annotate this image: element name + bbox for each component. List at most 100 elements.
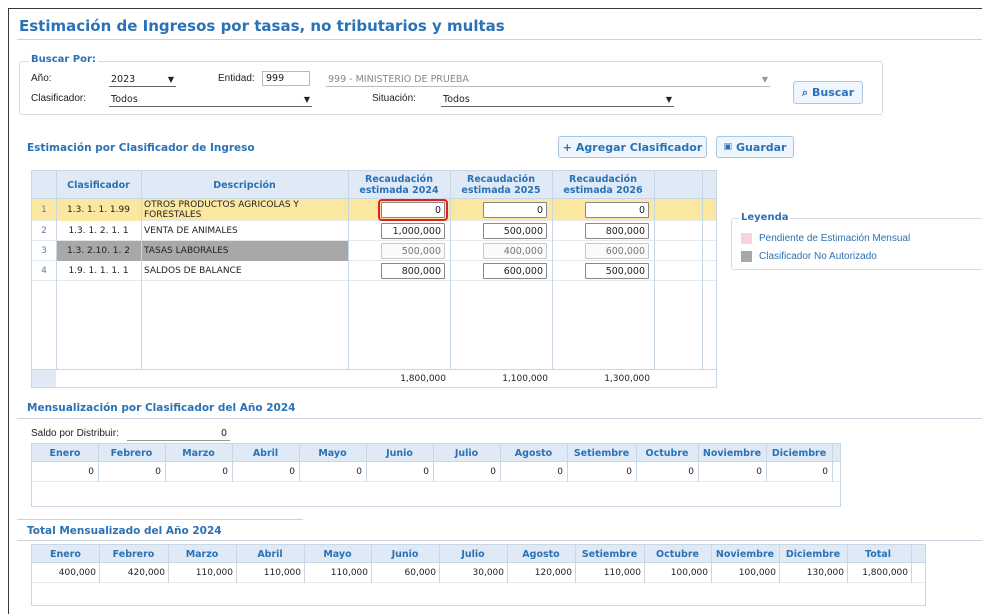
total-monthly-header: Enero Febrero Marzo Abril Mayo Junio Jul… <box>32 545 925 563</box>
column-divider <box>766 444 767 482</box>
col-header-descripcion: Descripción <box>213 179 276 191</box>
estimate-2025-input[interactable]: 0 <box>483 202 547 218</box>
month-value[interactable]: 0 <box>366 462 429 482</box>
save-button-label: Guardar <box>736 140 787 154</box>
total-month-value: 110,000 <box>263 568 301 578</box>
legend-box <box>731 218 982 270</box>
table-row[interactable]: 1 1.3. 1. 1. 1.99 OTROS PRODUCTOS AGRICO… <box>32 199 716 221</box>
saldo-input[interactable]: 0 <box>127 426 230 441</box>
column-divider <box>702 171 703 387</box>
save-button[interactable]: ▣ Guardar <box>716 136 794 158</box>
column-divider <box>450 171 451 387</box>
monthly-grid: Enero Febrero Marzo Abril Mayo Junio Jul… <box>31 443 841 507</box>
total-month-header: Julio <box>461 548 485 560</box>
entity-select[interactable]: 999 - MINISTERIO DE PRUEBA ▼ <box>326 73 770 87</box>
chevron-down-icon: ▼ <box>167 75 174 84</box>
total-month-value: 130,000 <box>806 568 844 578</box>
col-header-2024: Recaudación estimada 2024 <box>359 174 439 196</box>
monthly-values-row: 0 0 0 0 0 0 0 0 0 0 0 0 <box>32 462 840 482</box>
classifier-label: Clasificador: <box>31 93 87 104</box>
situation-label: Situación: <box>372 93 416 104</box>
year-select[interactable]: 2023 ▼ <box>109 73 176 87</box>
estimation-grid-header: Clasificador Descripción Recaudación est… <box>32 171 716 199</box>
search-button[interactable]: ⌕ Buscar <box>793 81 863 104</box>
chevron-down-icon: ▼ <box>303 95 310 104</box>
column-divider <box>236 545 237 583</box>
column-divider <box>575 545 576 583</box>
classifier-code: 1.9. 1. 1. 1. 1 <box>68 266 129 276</box>
total-month-value: 100,000 <box>738 568 776 578</box>
monthly-section-title: Mensualización por Clasificador del Año … <box>27 402 296 414</box>
col-header-2026: Recaudación estimada 2026 <box>563 174 643 196</box>
month-value[interactable]: 0 <box>636 462 694 482</box>
total-month-header: Abril <box>257 548 283 560</box>
month-value[interactable]: 0 <box>32 462 94 482</box>
total-month-header: Setiembre <box>581 548 638 560</box>
total-month-value: 110,000 <box>195 568 233 578</box>
classifier-description: TASAS LABORALES <box>141 241 348 261</box>
row-number: 4 <box>41 266 47 276</box>
pending-swatch <box>741 233 752 244</box>
entity-name: 999 - MINISTERIO DE PRUEBA <box>328 74 469 85</box>
estimate-2024-input[interactable]: 800,000 <box>381 263 445 279</box>
total-2026: 1,300,000 <box>604 373 650 384</box>
month-header: Marzo <box>182 447 215 459</box>
month-value[interactable]: 0 <box>299 462 362 482</box>
estimate-2024-input: 500,000 <box>381 243 445 259</box>
row-number: 3 <box>41 246 47 256</box>
estimate-2026-input: 600,000 <box>585 243 649 259</box>
month-value[interactable]: 0 <box>698 462 762 482</box>
classifier-description: VENTA DE ANIMALES <box>144 226 238 236</box>
legend-title: Leyenda <box>739 212 791 223</box>
estimate-2026-input[interactable]: 800,000 <box>585 223 649 239</box>
month-header: Setiembre <box>573 447 630 459</box>
column-divider <box>168 545 169 583</box>
column-divider <box>832 444 833 482</box>
monthly-divider <box>17 418 982 419</box>
total-month-value: 30,000 <box>472 568 505 578</box>
total-2024: 1,800,000 <box>400 373 446 384</box>
search-legend: Buscar Por: <box>29 54 98 65</box>
estimate-2025-input: 400,000 <box>483 243 547 259</box>
column-divider <box>847 545 848 583</box>
total-month-header: Junio <box>391 548 419 560</box>
total-month-value: 100,000 <box>670 568 708 578</box>
unauthorized-legend-label: Clasificador No Autorizado <box>759 251 877 262</box>
classifier-select[interactable]: Todos ▼ <box>109 93 312 107</box>
chevron-down-icon: ▼ <box>665 95 672 104</box>
total-month-header: Noviembre <box>715 548 775 560</box>
month-value[interactable]: 0 <box>98 462 161 482</box>
column-divider <box>141 171 142 387</box>
table-row[interactable]: 3 1.3. 2.10. 1. 2 TASAS LABORALES 500,00… <box>32 241 716 261</box>
total-month-header: Febrero <box>112 548 155 560</box>
estimate-2025-input[interactable]: 500,000 <box>483 223 547 239</box>
column-divider <box>698 444 699 482</box>
month-value[interactable]: 0 <box>165 462 228 482</box>
estimate-2024-input[interactable]: 1,000,000 <box>381 223 445 239</box>
year-label: Año: <box>31 73 52 84</box>
column-divider <box>433 444 434 482</box>
col-header-2025: Recaudación estimada 2025 <box>461 174 541 196</box>
situation-select[interactable]: Todos ▼ <box>441 93 674 107</box>
month-value[interactable]: 0 <box>433 462 496 482</box>
column-divider <box>98 444 99 482</box>
month-value[interactable]: 0 <box>567 462 632 482</box>
column-divider <box>911 545 912 583</box>
month-header: Agosto <box>514 447 553 459</box>
month-value[interactable]: 0 <box>500 462 563 482</box>
title-divider <box>17 39 982 40</box>
month-header: Diciembre <box>771 447 827 459</box>
month-value[interactable]: 0 <box>232 462 295 482</box>
estimate-2024-input[interactable]: 0 <box>378 199 448 221</box>
estimate-2025-input[interactable]: 600,000 <box>483 263 547 279</box>
row-number: 2 <box>41 226 47 236</box>
row-number: 1 <box>41 205 47 215</box>
chevron-down-icon: ▼ <box>761 75 768 84</box>
entity-code-input[interactable]: 999 <box>262 71 310 86</box>
estimate-2026-input[interactable]: 500,000 <box>585 263 649 279</box>
estimate-2026-input[interactable]: 0 <box>585 202 649 218</box>
month-value[interactable]: 0 <box>766 462 828 482</box>
table-row[interactable]: 4 1.9. 1. 1. 1. 1 SALDOS DE BALANCE 800,… <box>32 261 716 281</box>
add-classifier-button[interactable]: + Agregar Clasificador <box>558 136 707 158</box>
table-row[interactable]: 2 1.3. 1. 2. 1. 1 VENTA DE ANIMALES 1,00… <box>32 221 716 241</box>
